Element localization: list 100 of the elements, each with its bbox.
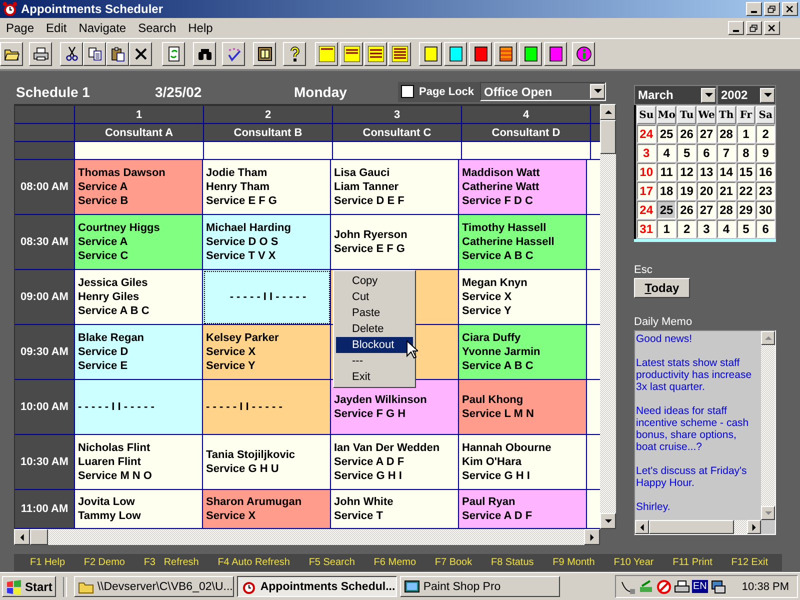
calendar-day[interactable]: 26 xyxy=(677,201,696,219)
function-key-hint[interactable]: F5 Search xyxy=(308,557,355,568)
appointment-cell[interactable]: Michael Harding Service D O S Service T V X xyxy=(203,215,331,270)
help-button[interactable] xyxy=(283,42,306,66)
calendar-day[interactable]: 25 xyxy=(656,125,676,143)
appointment-cell[interactable]: Jayden Wilkinson Service F G H xyxy=(331,380,459,435)
memo-box[interactable] xyxy=(634,330,776,535)
appointment-cell[interactable]: Thomas Dawson Service A Service B xyxy=(75,160,203,215)
four-lines-button[interactable] xyxy=(388,42,411,66)
appointment-cell[interactable]: - - - - - I I - - - - - xyxy=(75,380,203,435)
color-button[interactable] xyxy=(419,42,442,66)
calendar-day[interactable]: 7 xyxy=(716,144,736,162)
one-line-button[interactable] xyxy=(315,42,338,66)
context-menu-item[interactable]: Copy xyxy=(336,273,413,289)
calendar-day[interactable]: 19 xyxy=(677,182,696,200)
calendar-day[interactable]: 18 xyxy=(656,182,676,200)
menu-item[interactable]: Help xyxy=(182,21,219,35)
scroll-left-icon[interactable] xyxy=(14,529,30,545)
no-entry-icon[interactable] xyxy=(656,578,672,594)
printer-icon[interactable] xyxy=(674,578,690,594)
appointment-cell[interactable]: Lisa Gauci Liam Tanner Service D E F xyxy=(331,160,459,215)
appointment-cell[interactable]: Jovita Low Tammy Low xyxy=(75,490,203,529)
taskbar-task[interactable]: Appointments Schedul... xyxy=(237,576,398,597)
open-button[interactable] xyxy=(0,42,23,66)
calendar-day[interactable]: 4 xyxy=(656,144,676,162)
paste-button[interactable] xyxy=(106,42,129,66)
delete-button[interactable] xyxy=(129,42,152,66)
minimize-button[interactable] xyxy=(746,2,762,16)
function-key-hint[interactable]: F11 Print xyxy=(672,557,712,568)
appointment-cell[interactable]: Kelsey Parker Service X Service Y xyxy=(203,325,331,380)
appointment-cell[interactable]: Ciara Duffy Yvonne Jarmin Service A B C xyxy=(459,325,587,380)
calendar-day[interactable]: 6 xyxy=(697,144,716,162)
calendar-day[interactable]: 2 xyxy=(756,125,775,143)
scroll-up-icon[interactable] xyxy=(761,331,775,345)
calendar-day[interactable]: 12 xyxy=(677,163,696,181)
context-menu-item[interactable]: Delete xyxy=(336,321,413,337)
scroll-right-icon[interactable] xyxy=(584,529,600,545)
taskbar-task[interactable]: Paint Shop Pro xyxy=(400,576,560,597)
calendar-day[interactable]: 24 xyxy=(637,201,656,219)
appointment-cell[interactable]: Megan Knyn Service X Service Y xyxy=(459,270,587,325)
info-button[interactable] xyxy=(572,42,595,66)
calendar-day[interactable]: 15 xyxy=(736,163,756,181)
refresh-button[interactable] xyxy=(162,42,185,66)
restore-button[interactable] xyxy=(746,21,762,35)
calendar-day[interactable]: 5 xyxy=(736,220,756,238)
status-dropdown[interactable]: Office Open xyxy=(480,82,606,101)
color-button[interactable] xyxy=(544,42,567,66)
scroll-thumb[interactable] xyxy=(30,529,48,545)
calendar-day[interactable]: 28 xyxy=(716,125,736,143)
calendar-day[interactable]: 26 xyxy=(677,125,696,143)
function-key-hint[interactable]: F12 Exit xyxy=(731,557,768,568)
start-button[interactable]: Start xyxy=(2,576,56,597)
appointment-cell[interactable]: Paul Khong Service L M N xyxy=(459,380,587,435)
language-indicator[interactable]: EN xyxy=(692,580,708,593)
appointment-cell[interactable]: Sharon Arumugan Service X xyxy=(203,490,331,529)
calendar-day[interactable]: 6 xyxy=(756,220,775,238)
calendar-day[interactable]: 8 xyxy=(736,144,756,162)
table-cell[interactable] xyxy=(204,142,333,160)
scroll-down-icon[interactable] xyxy=(600,513,616,529)
month-dropdown[interactable]: March xyxy=(634,85,717,105)
appointment-cell[interactable]: John White Service T xyxy=(331,490,459,529)
table-cell[interactable] xyxy=(462,142,591,160)
restore-button[interactable] xyxy=(764,2,780,16)
color-button[interactable] xyxy=(469,42,492,66)
calendar-day[interactable]: 1 xyxy=(656,220,676,238)
function-key-hint[interactable]: F2 Demo xyxy=(84,557,125,568)
vertical-scrollbar[interactable] xyxy=(600,104,616,529)
monitor-icon[interactable] xyxy=(710,578,726,594)
color-button[interactable] xyxy=(519,42,542,66)
scroll-thumb[interactable] xyxy=(649,520,734,534)
copy-button[interactable] xyxy=(83,42,106,66)
horizontal-scrollbar[interactable] xyxy=(14,529,600,545)
print-button[interactable] xyxy=(29,42,52,66)
scroll-down-icon[interactable] xyxy=(761,506,775,520)
menu-item[interactable]: Page xyxy=(0,21,40,35)
calendar-day[interactable]: 29 xyxy=(736,201,756,219)
appointment-cell[interactable]: Jessica Giles Henry Giles Service A B C xyxy=(75,270,203,325)
calendar-day[interactable]: 10 xyxy=(637,163,656,181)
calendar-day[interactable]: 3 xyxy=(637,144,656,162)
calendar-day[interactable]: 20 xyxy=(697,182,716,200)
scroll-left-icon[interactable] xyxy=(635,520,649,534)
close-button[interactable] xyxy=(764,21,780,35)
calendar-day[interactable]: 24 xyxy=(637,125,656,143)
context-menu-item[interactable]: Blockout xyxy=(336,337,413,353)
context-menu-item[interactable]: Paste xyxy=(336,305,413,321)
calendar-day[interactable]: 14 xyxy=(716,163,736,181)
book-button[interactable] xyxy=(253,42,276,66)
calendar-day[interactable]: 5 xyxy=(677,144,696,162)
appointment-cell[interactable]: Maddison Watt Catherine Watt Service F D C xyxy=(459,160,587,215)
calendar-day[interactable]: 1 xyxy=(736,125,756,143)
calendar-day[interactable]: 4 xyxy=(716,220,736,238)
appointment-cell[interactable]: Tania Stojiljkovic Service G H U xyxy=(203,435,331,490)
function-key-hint[interactable]: F3 Refresh xyxy=(144,557,199,568)
calendar-day[interactable]: 13 xyxy=(697,163,716,181)
find-button[interactable] xyxy=(193,42,216,66)
calendar-day[interactable]: 27 xyxy=(697,125,716,143)
three-lines-button[interactable] xyxy=(364,42,387,66)
scroll-right-icon[interactable] xyxy=(747,520,761,534)
function-key-hint[interactable]: F1 Help xyxy=(30,557,66,568)
calendar-day[interactable]: 2 xyxy=(677,220,696,238)
